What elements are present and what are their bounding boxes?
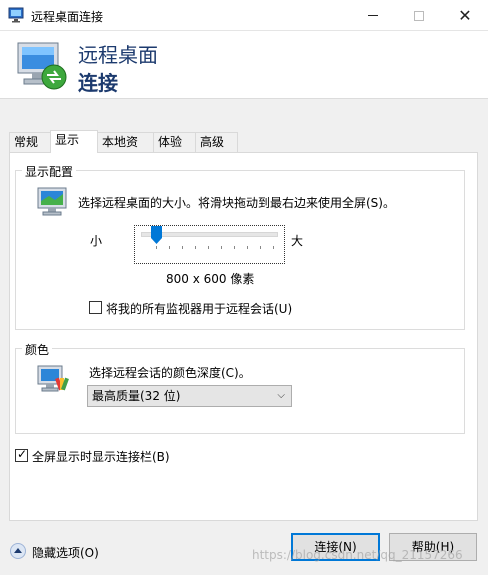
slider-tick — [195, 246, 196, 249]
slider-tick — [169, 246, 170, 249]
color-monitor-icon — [37, 365, 69, 392]
display-size-description: 选择远程桌面的大小。将滑块拖动到最右边来使用全屏(S)。 — [78, 196, 395, 210]
remote-desktop-icon — [8, 7, 24, 23]
tab-experience[interactable]: 体验 — [153, 132, 196, 152]
resolution-text: 800 x 600 像素 — [166, 272, 255, 286]
colors-title: 颜色 — [22, 341, 53, 358]
banner-title: 远程桌面 — [78, 43, 158, 67]
slider-max-label: 大 — [291, 234, 304, 248]
color-depth-select[interactable]: 最高质量(32 位) ⌵ — [87, 385, 292, 407]
multi-monitor-label[interactable]: 将我的所有监视器用于远程会话(U) — [106, 300, 292, 317]
slider-tick — [221, 246, 222, 249]
slider-tick — [260, 246, 261, 249]
maximize-icon — [414, 10, 424, 21]
monitor-icon — [37, 187, 67, 216]
connect-button[interactable]: 连接(N) — [291, 533, 380, 561]
header-banner: 远程桌面 连接 — [0, 31, 488, 99]
slider-tick — [208, 246, 209, 249]
tab-local-resources[interactable]: 本地资源 — [97, 132, 154, 168]
window-title: 远程桌面连接 — [31, 10, 104, 24]
remote-desktop-monitor-icon — [17, 42, 67, 90]
fullscreen-bar-label[interactable]: 全屏显示时显示连接栏(B) — [32, 448, 170, 465]
slider-tick — [156, 246, 157, 249]
minimize-button[interactable] — [350, 0, 396, 31]
slider-thumb[interactable] — [151, 226, 162, 244]
slider-tick — [247, 246, 248, 249]
checkmark-icon: ✓ — [17, 447, 28, 461]
minimize-icon — [368, 15, 378, 16]
hide-options-label[interactable]: 隐藏选项(O) — [32, 544, 99, 561]
chevron-down-icon: ⌵ — [277, 390, 285, 401]
slider-tick — [273, 246, 274, 249]
title-bar: 远程桌面连接 ✕ — [0, 0, 488, 31]
slider-min-label: 小 — [90, 234, 103, 248]
hide-options-icon[interactable] — [10, 543, 26, 559]
slider-tick — [182, 246, 183, 249]
fullscreen-bar-checkbox[interactable]: ✓ — [15, 447, 28, 462]
color-depth-value: 最高质量(32 位) — [92, 389, 181, 403]
color-depth-description: 选择远程会话的颜色深度(C)。 — [89, 366, 251, 380]
help-button[interactable]: 帮助(H) — [389, 533, 477, 561]
banner-subtitle: 连接 — [78, 71, 118, 95]
display-config-title: 显示配置 — [22, 163, 77, 180]
tab-display[interactable]: 显示 — [50, 130, 98, 153]
close-button[interactable]: ✕ — [442, 0, 488, 31]
slider-tick — [234, 246, 235, 249]
tab-advanced[interactable]: 高级 — [195, 132, 238, 152]
maximize-button[interactable] — [396, 0, 442, 31]
tab-general[interactable]: 常规 — [9, 132, 51, 152]
multi-monitor-checkbox[interactable] — [89, 301, 102, 314]
